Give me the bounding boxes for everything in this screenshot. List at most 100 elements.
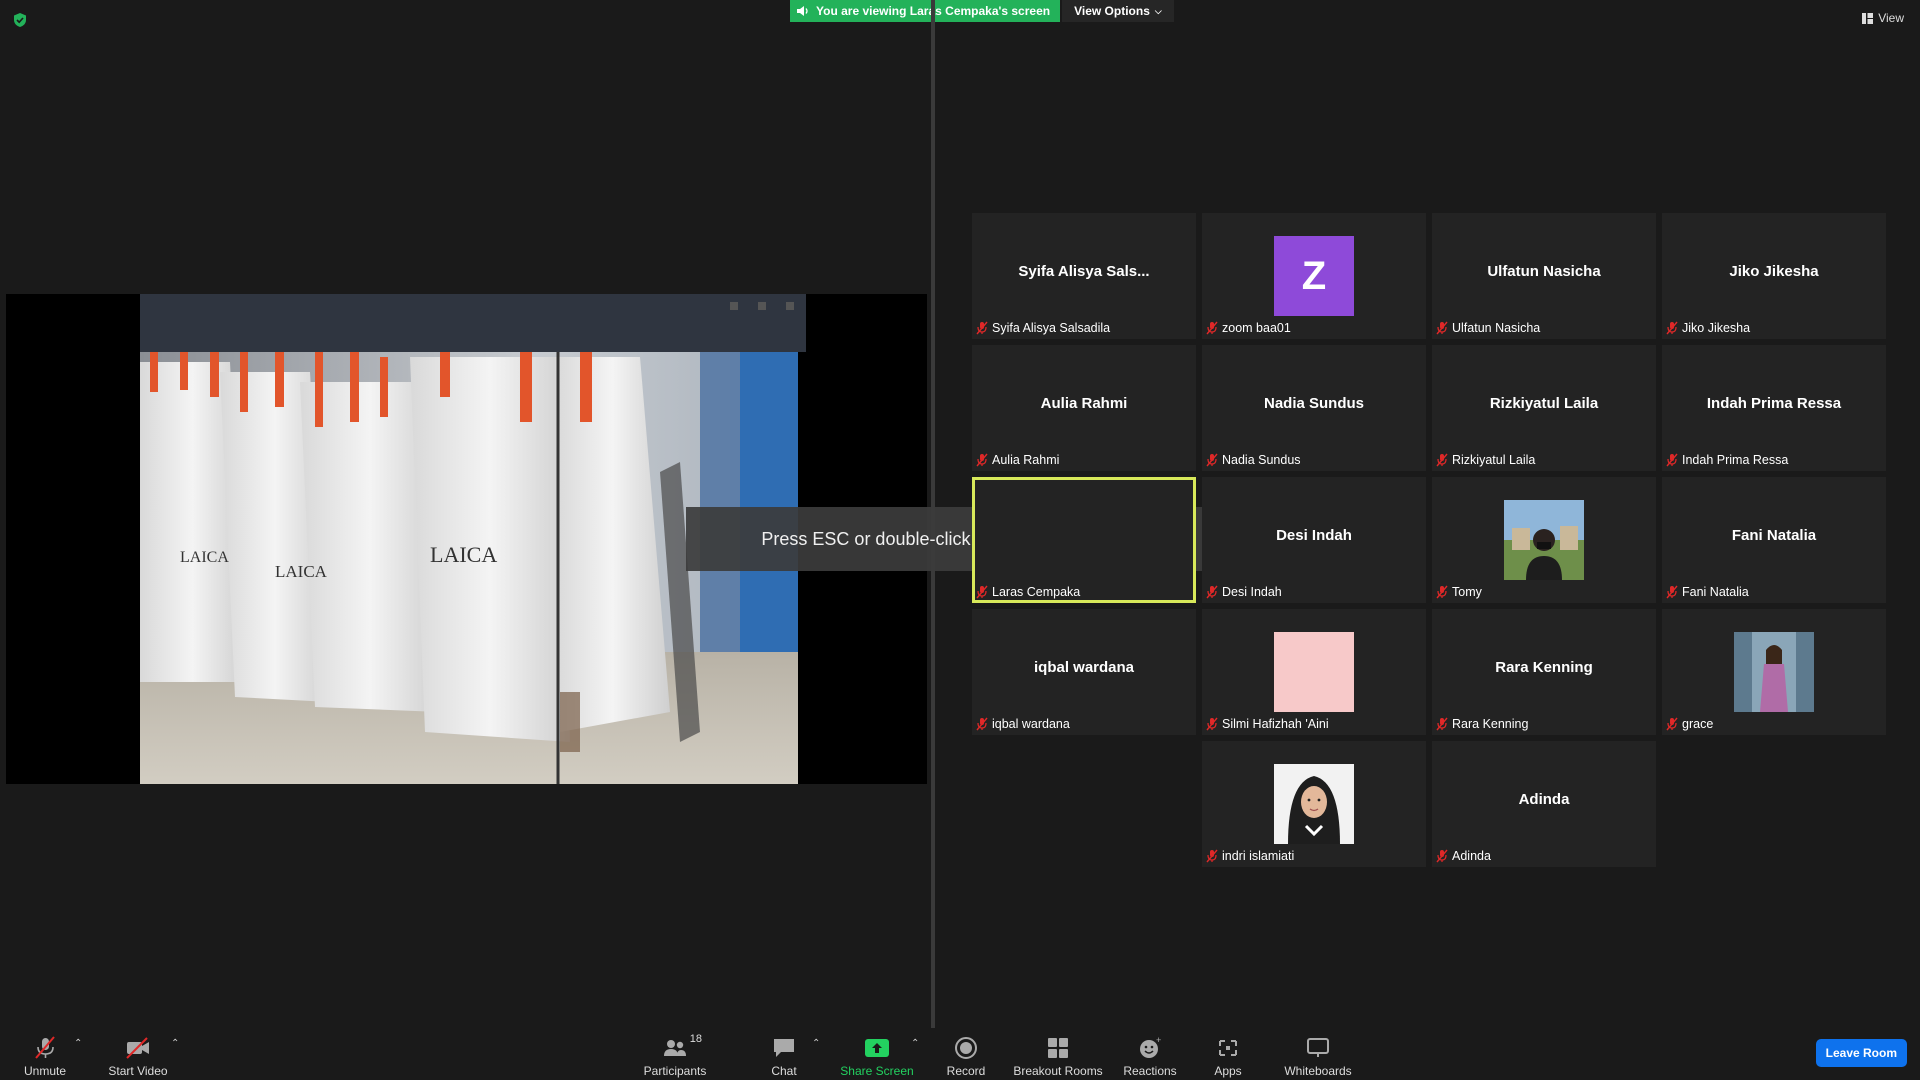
- participant-name: Desi Indah: [1222, 585, 1282, 599]
- meeting-window: You are viewing Laras Cempaka's screen V…: [0, 0, 1920, 1080]
- participants-icon-wrap: 18: [662, 1033, 702, 1060]
- participant-display-name: Desi Indah: [1276, 527, 1352, 544]
- svg-text:LAICA: LAICA: [275, 562, 328, 581]
- avatar-photo: [1274, 764, 1354, 844]
- participant-name: Syifa Alisya Salsadila: [992, 321, 1111, 335]
- share-screen-button[interactable]: Share Screen: [840, 1032, 914, 1078]
- participant-name-label: iqbal wardana: [976, 715, 1070, 733]
- microphone-muted-icon: [1206, 849, 1218, 863]
- participant-tile[interactable]: grace: [1662, 609, 1886, 735]
- participant-name-label: Laras Cempaka: [976, 583, 1080, 601]
- microphone-muted-icon: [1666, 585, 1678, 599]
- microphone-muted-icon: [976, 585, 988, 599]
- microphone-muted-icon: [1206, 717, 1218, 731]
- chat-label: Chat: [771, 1064, 797, 1078]
- video-camera-off-icon: [126, 1037, 149, 1059]
- participants-label: Participants: [643, 1064, 707, 1078]
- start-video-label: Start Video: [108, 1064, 168, 1078]
- chat-button[interactable]: Chat: [764, 1032, 804, 1078]
- breakout-rooms-icon: [1048, 1038, 1068, 1058]
- participants-button[interactable]: 18 Participants: [640, 1032, 710, 1078]
- participant-name: Rizkiyatul Laila: [1452, 453, 1536, 467]
- start-video-button[interactable]: Start Video: [106, 1032, 170, 1078]
- reactions-button[interactable]: + Reactions: [1120, 1032, 1180, 1078]
- microphone-muted-icon: [1206, 453, 1218, 467]
- participant-tile[interactable]: Adinda Adinda: [1432, 741, 1656, 867]
- chat-options-caret-icon[interactable]: ⌃: [812, 1038, 820, 1049]
- participant-display-name: Rara Kenning: [1495, 659, 1593, 676]
- participant-tile[interactable]: indri islamiati: [1202, 741, 1426, 867]
- participant-display-name: Rizkiyatul Laila: [1489, 395, 1599, 412]
- participant-tile[interactable]: Fani Natalia Fani Natalia: [1662, 477, 1886, 603]
- participant-tile[interactable]: Aulia Rahmi Aulia Rahmi: [972, 345, 1196, 471]
- participant-display-name: Indah Prima Ressa: [1706, 395, 1842, 412]
- participant-name-label: zoom baa01: [1206, 319, 1291, 337]
- participant-name-label: Aulia Rahmi: [976, 451, 1059, 469]
- leave-room-button[interactable]: Leave Room: [1815, 1039, 1907, 1067]
- share-options-caret-icon[interactable]: ⌃: [911, 1038, 919, 1049]
- security-shield-icon[interactable]: [12, 12, 28, 28]
- participant-name-label: grace: [1666, 715, 1713, 733]
- participant-name-label: Tomy: [1436, 583, 1482, 601]
- participant-name: iqbal wardana: [992, 717, 1070, 731]
- participant-tile[interactable]: Rizkiyatul Laila Rizkiyatul Laila: [1432, 345, 1656, 471]
- microphone-muted-icon: [1206, 321, 1218, 335]
- participant-tile[interactable]: Laras Cempaka: [972, 477, 1196, 603]
- participant-tile[interactable]: Indah Prima Ressa Indah Prima Ressa: [1662, 345, 1886, 471]
- participant-name: indri islamiati: [1222, 849, 1295, 863]
- record-button[interactable]: Record: [942, 1032, 990, 1078]
- participant-name-label: Syifa Alisya Salsadila: [976, 319, 1110, 337]
- participant-display-name: Adinda: [1518, 791, 1570, 808]
- participant-display-name: Aulia Rahmi: [1040, 395, 1128, 412]
- participant-tile[interactable]: Jiko Jikesha Jiko Jikesha: [1662, 213, 1886, 339]
- participant-name: Rara Kenning: [1452, 717, 1529, 731]
- svg-text:LAICA: LAICA: [180, 549, 229, 566]
- participant-name: Nadia Sundus: [1222, 453, 1301, 467]
- participant-name: Aulia Rahmi: [992, 453, 1060, 467]
- participant-tile[interactable]: Syifa Alisya Sals... Syifa Alisya Salsadi…: [972, 213, 1196, 339]
- microphone-muted-icon: [1436, 321, 1448, 335]
- participant-tile[interactable]: Desi Indah Desi Indah: [1202, 477, 1426, 603]
- participant-name: Indah Prima Ressa: [1682, 453, 1789, 467]
- apps-button[interactable]: Apps: [1208, 1032, 1248, 1078]
- participant-display-name: Ulfatun Nasicha: [1487, 263, 1601, 280]
- microphone-muted-icon: [1436, 717, 1448, 731]
- view-button[interactable]: View: [1862, 11, 1904, 25]
- participant-display-name: Syifa Alisya Sals...: [1018, 263, 1150, 280]
- meeting-toolbar: Unmute ⌃ Start Video ⌃ 18 Participants C…: [0, 1028, 1920, 1080]
- breakout-rooms-button[interactable]: Breakout Rooms: [1012, 1032, 1104, 1078]
- participant-tile[interactable]: Ulfatun Nasicha Ulfatun Nasicha: [1432, 213, 1656, 339]
- microphone-muted-icon: [1666, 453, 1678, 467]
- participant-name: Fani Natalia: [1682, 585, 1749, 599]
- avatar-letter: Z: [1274, 236, 1354, 316]
- participant-tile[interactable]: Zzoom baa01: [1202, 213, 1426, 339]
- participant-tile[interactable]: iqbal wardana iqbal wardana: [972, 609, 1196, 735]
- view-options-label: View Options: [1074, 4, 1150, 18]
- participants-icon: [664, 1040, 686, 1056]
- audio-options-caret-icon[interactable]: ⌃: [74, 1038, 82, 1049]
- unmute-button[interactable]: Unmute: [22, 1032, 68, 1078]
- avatar-photo: [1504, 500, 1584, 580]
- participant-display-name: Fani Natalia: [1731, 527, 1817, 544]
- participant-tile[interactable]: Nadia Sundus Nadia Sundus: [1202, 345, 1426, 471]
- microphone-muted-icon: [976, 453, 988, 467]
- avatar-image: [1274, 632, 1354, 712]
- microphone-muted-icon: [1666, 717, 1678, 731]
- view-options-button[interactable]: View Options ⌵: [1062, 0, 1174, 22]
- participant-tile[interactable]: Silmi Hafizhah 'Aini: [1202, 609, 1426, 735]
- microphone-muted-icon: [1436, 453, 1448, 467]
- participant-tile[interactable]: Tomy: [1432, 477, 1656, 603]
- participant-display-name: Nadia Sundus: [1263, 395, 1364, 412]
- participant-name: grace: [1682, 717, 1714, 731]
- record-icon: [955, 1037, 977, 1059]
- whiteboards-button[interactable]: Whiteboards: [1280, 1032, 1356, 1078]
- microphone-muted-icon: [1206, 585, 1218, 599]
- participant-name-label: indri islamiati: [1206, 847, 1294, 865]
- participant-name: Silmi Hafizhah 'Aini: [1222, 717, 1329, 731]
- participant-tile[interactable]: Rara Kenning Rara Kenning: [1432, 609, 1656, 735]
- video-options-caret-icon[interactable]: ⌃: [171, 1038, 179, 1049]
- shared-window-controls: [730, 302, 794, 310]
- participant-name-label: Rara Kenning: [1436, 715, 1528, 733]
- participant-name-label: Adinda: [1436, 847, 1491, 865]
- record-label: Record: [946, 1064, 986, 1078]
